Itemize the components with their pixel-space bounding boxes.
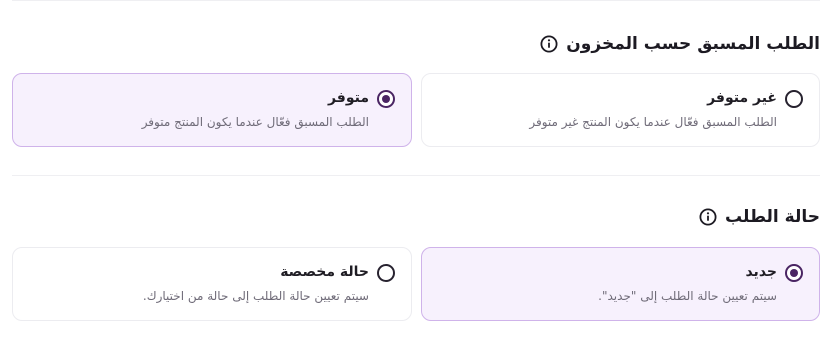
order-status-section-title-text: حالة الطلب [725,207,820,227]
option-description: سيتم تعيين حالة الطلب إلى "جديد". [598,289,777,303]
top-divider [12,0,820,1]
option-label: جديد [745,264,777,280]
order-status-option-new[interactable]: جديد سيتم تعيين حالة الطلب إلى "جديد". [421,247,820,321]
option-description: الطلب المسبق فعّال عندما يكون المنتج غير… [529,115,777,129]
info-icon[interactable] [699,208,717,226]
info-icon[interactable] [540,35,558,53]
preorder-section-title-text: الطلب المسبق حسب المخزون [566,34,820,54]
preorder-option-out-of-stock[interactable]: غير متوفر الطلب المسبق فعّال عندما يكون … [421,73,820,147]
radio-custom[interactable] [377,264,395,282]
radio-new[interactable] [785,264,803,282]
preorder-option-in-stock[interactable]: متوفر الطلب المسبق فعّال عندما يكون المن… [12,73,412,147]
option-label: غير متوفر [707,90,777,106]
option-description: سيتم تعيين حالة الطلب إلى حالة من اختيار… [142,289,369,303]
preorder-section-title: الطلب المسبق حسب المخزون [540,34,820,54]
option-label: حالة مخصصة [280,264,369,280]
section-divider [12,175,820,176]
order-status-option-custom[interactable]: حالة مخصصة سيتم تعيين حالة الطلب إلى حال… [12,247,412,321]
option-label: متوفر [327,90,369,106]
option-description: الطلب المسبق فعّال عندما يكون المنتج متو… [141,115,369,129]
radio-out-of-stock[interactable] [785,90,803,108]
order-status-section-title: حالة الطلب [699,207,820,227]
radio-in-stock[interactable] [377,90,395,108]
